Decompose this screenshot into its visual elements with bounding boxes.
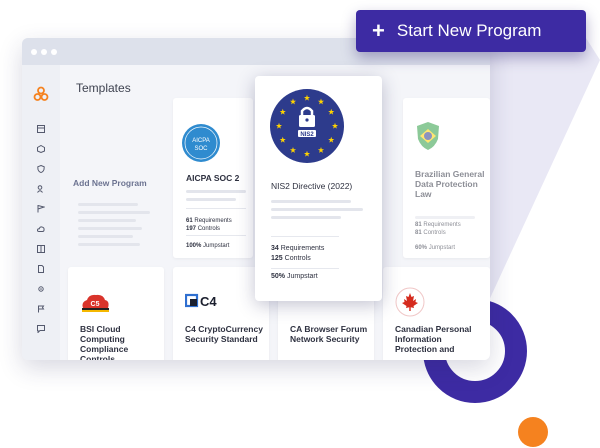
svg-text:C4: C4: [200, 294, 217, 309]
svg-text:AICPA: AICPA: [192, 138, 210, 144]
template-card-canada[interactable]: Canadian Personal Information Protection…: [383, 267, 490, 360]
brazil-shield-logo: [417, 122, 439, 150]
jumpstart-percent: 50% Jumpstart: [271, 273, 318, 280]
brazil-card-body: Brazilian General Data Protection Law 81…: [403, 98, 490, 258]
bsi-c5-logo: C5: [82, 294, 109, 312]
template-title: BSI Cloud Computing Compliance Controls: [80, 324, 129, 360]
template-title: NIS2 Directive (2022): [271, 181, 353, 191]
template-card-aicpa[interactable]: AICPA SOC AICPA SOC 2 61 Requirements 19…: [173, 98, 253, 258]
start-new-program-label: Start New Program: [396, 21, 542, 40]
svg-text:SOC: SOC: [194, 146, 208, 152]
template-title: C4 CryptoCurrency Security Standard: [185, 324, 263, 344]
template-title: Canadian Personal Information Protection…: [395, 324, 472, 354]
page-title: Templates: [76, 81, 131, 95]
controls-count: 197 Controls: [186, 226, 221, 232]
sidebar: [22, 65, 60, 360]
svg-text:NIS2: NIS2: [300, 132, 314, 138]
box-icon[interactable]: [37, 145, 45, 153]
aicpa-soc-logo: AICPA SOC: [182, 124, 220, 162]
settings-icon[interactable]: [37, 285, 45, 293]
users-icon[interactable]: [37, 185, 45, 193]
template-card-bsi[interactable]: C5 BSI Cloud Computing Compliance Contro…: [68, 267, 164, 360]
add-program-card[interactable]: Add New Program: [68, 100, 168, 258]
template-title: AICPA SOC 2: [186, 173, 240, 183]
window-dot: [31, 48, 37, 55]
controls-count: 125 Controls: [271, 255, 311, 262]
chat-icon[interactable]: [37, 325, 45, 333]
start-new-program-button[interactable]: + Start New Program: [356, 10, 586, 52]
dashboard-icon[interactable]: [37, 125, 45, 133]
decor-dot: [518, 417, 548, 447]
cloud-icon[interactable]: [37, 225, 45, 233]
c4-logo: C4: [185, 293, 217, 309]
controls-count: 81 Controls: [415, 230, 446, 236]
jumpstart-percent: 100% Jumpstart: [186, 243, 230, 249]
document-icon[interactable]: [37, 265, 45, 273]
plus-icon: +: [372, 18, 385, 43]
logo-icon[interactable]: [33, 86, 49, 102]
flag-icon[interactable]: [37, 205, 45, 213]
requirements-count: 61 Requirements: [186, 218, 232, 224]
requirements-count: 81 Requirements: [415, 222, 461, 228]
template-title: Brazilian General Data Protection Law: [415, 169, 485, 199]
template-title: CA Browser Forum Network Security: [290, 324, 368, 344]
jumpstart-percent: 60% Jumpstart: [415, 245, 456, 251]
shield-icon[interactable]: [37, 165, 45, 173]
table-icon[interactable]: [37, 245, 45, 253]
nis2-eu-badge: NIS2: [270, 89, 344, 163]
svg-text:C5: C5: [91, 301, 100, 308]
requirements-count: 34 Requirements: [271, 245, 325, 252]
add-program-label: Add New Program: [73, 178, 147, 188]
window-dot: [51, 48, 57, 55]
template-card-nis2[interactable]: NIS2 NIS2 Directive (2022) 34 Requiremen…: [255, 76, 382, 301]
window-dot: [41, 48, 47, 55]
template-card-brazil[interactable]: Brazilian General Data Protection Law 81…: [403, 98, 490, 258]
canada-flag-logo: [395, 287, 425, 317]
report-icon[interactable]: [37, 305, 45, 313]
